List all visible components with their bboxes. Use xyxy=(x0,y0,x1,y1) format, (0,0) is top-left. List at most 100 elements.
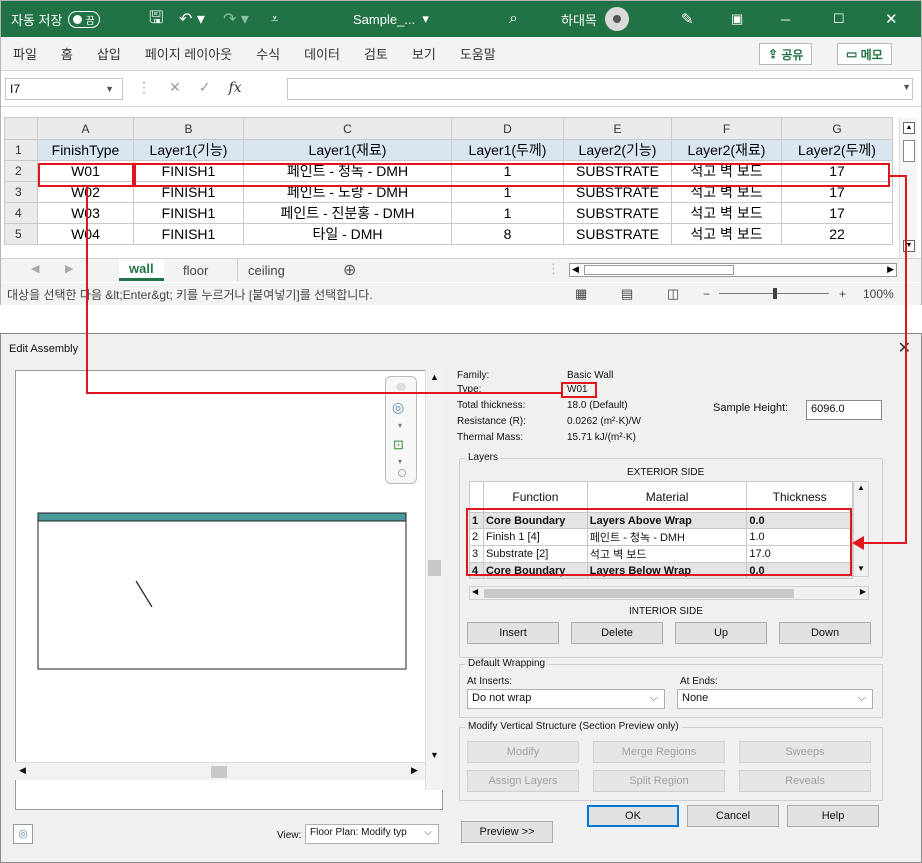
cell[interactable]: 타일 - DMH xyxy=(243,223,452,245)
cell[interactable]: 22 xyxy=(781,223,893,245)
help-button[interactable]: Help xyxy=(787,805,879,827)
share-button[interactable]: ⇪ 공유 xyxy=(759,43,813,65)
at-ends-select[interactable]: None ⌵ xyxy=(677,689,873,709)
preview-vertical-scrollbar[interactable]: ▲ ▼ xyxy=(425,370,443,790)
cell[interactable]: SUBSTRATE xyxy=(563,202,672,224)
minimize-button[interactable]: ─ xyxy=(781,1,790,37)
cancel-icon[interactable]: ✕ xyxy=(169,79,181,96)
cell[interactable]: SUBSTRATE xyxy=(563,223,672,245)
column-header[interactable]: G xyxy=(781,117,893,140)
layers-horizontal-scrollbar[interactable]: ◀ ▶ xyxy=(469,586,869,600)
scroll-left-icon[interactable]: ◀ xyxy=(472,587,478,596)
row-header[interactable]: 2 xyxy=(4,160,38,182)
add-sheet-icon[interactable]: ⊕ xyxy=(343,260,356,280)
select-all-corner[interactable] xyxy=(4,117,38,140)
view-select[interactable]: Floor Plan: Modify typ ⌵ xyxy=(305,824,439,844)
maximize-button[interactable]: ☐ xyxy=(833,1,845,37)
column-header[interactable]: F xyxy=(671,117,782,140)
cell[interactable]: W03 xyxy=(37,202,134,224)
sheet-tab-ceiling[interactable]: ceiling xyxy=(237,259,295,281)
nav-toggle-icon[interactable] xyxy=(396,383,406,391)
cancel-button[interactable]: Cancel xyxy=(687,805,779,827)
at-inserts-select[interactable]: Do not wrap ⌵ xyxy=(467,689,665,709)
up-button[interactable]: Up xyxy=(675,622,767,644)
column-header[interactable]: B xyxy=(133,117,244,140)
column-header[interactable]: E xyxy=(563,117,672,140)
cell[interactable]: FINISH1 xyxy=(133,181,244,203)
cell[interactable]: 석고 벽 보드 xyxy=(671,223,782,245)
search-icon[interactable]: ⌕ xyxy=(509,1,518,37)
cell[interactable]: Layer2(기능) xyxy=(563,139,672,161)
cell[interactable]: W01 xyxy=(37,160,134,182)
steering-wheel-icon[interactable]: ◎ xyxy=(13,824,33,844)
name-box[interactable]: I7 ▼ xyxy=(5,78,123,100)
autosave-toggle[interactable]: 끔 xyxy=(68,10,100,28)
cell[interactable]: 페인트 - 노랑 - DMH xyxy=(243,181,452,203)
cell[interactable]: FinishType xyxy=(37,139,134,161)
tab-data[interactable]: 데이터 xyxy=(292,44,352,63)
cell[interactable]: 석고 벽 보드 xyxy=(671,181,782,203)
quick-access-more-icon[interactable]: ⩡ xyxy=(271,1,278,37)
delete-button[interactable]: Delete xyxy=(571,622,663,644)
zoom-in-icon[interactable]: + xyxy=(839,287,846,301)
preview-horizontal-scrollbar[interactable]: ◀ ▶ xyxy=(15,762,425,780)
tab-home[interactable]: 홈 xyxy=(49,44,85,63)
table-row[interactable]: 4 Core Boundary Layers Below Wrap 0.0 xyxy=(469,562,853,579)
scroll-down-icon[interactable]: ▼ xyxy=(857,564,865,573)
column-header[interactable]: Material xyxy=(586,481,748,513)
next-sheet-icon[interactable]: ▶ xyxy=(65,262,73,275)
cell[interactable]: Layer2(두께) xyxy=(781,139,893,161)
cell[interactable]: FINISH1 xyxy=(133,160,244,182)
reveals-button[interactable]: Reveals xyxy=(739,770,871,792)
tab-file[interactable]: 파일 xyxy=(1,44,49,63)
steering-wheel-icon[interactable]: ◎ xyxy=(392,399,404,416)
zoom-level[interactable]: 100% xyxy=(863,287,894,301)
cell[interactable]: Layer1(재료) xyxy=(243,139,452,161)
prev-sheet-icon[interactable]: ◀ xyxy=(31,262,39,275)
page-break-icon[interactable]: ◫ xyxy=(667,286,679,302)
row-header[interactable]: 3 xyxy=(4,181,38,203)
sample-height-input[interactable]: 6096.0 xyxy=(806,400,882,420)
cell[interactable]: W04 xyxy=(37,223,134,245)
row-header[interactable]: 1 xyxy=(4,139,38,161)
scroll-down-icon[interactable]: ▼ xyxy=(430,750,439,760)
sheet-tab-floor[interactable]: floor xyxy=(173,259,218,281)
assign-layers-button[interactable]: Assign Layers xyxy=(467,770,579,792)
sheet-horizontal-scrollbar[interactable]: ◀ ▶ xyxy=(569,263,897,277)
sweeps-button[interactable]: Sweeps xyxy=(739,741,871,763)
scroll-right-icon[interactable]: ▶ xyxy=(887,264,894,275)
navigation-bar[interactable]: ◎ ▾ ⊡ ▾ xyxy=(385,376,417,484)
tab-splitter-icon[interactable]: ⋮ xyxy=(547,261,560,277)
tab-view[interactable]: 보기 xyxy=(400,44,448,63)
filename-dropdown[interactable]: Sample_... ▾ xyxy=(353,1,429,37)
cell[interactable]: 페인트 - 청녹 - DMH xyxy=(243,160,452,182)
table-row[interactable]: 2 Finish 1 [4] 페인트 - 청녹 - DMH 1.0 xyxy=(469,528,853,546)
sheet-vertical-scrollbar[interactable]: ▲ ▼ xyxy=(899,118,917,258)
row-header[interactable]: 4 xyxy=(4,202,38,224)
scroll-up-icon[interactable]: ▲ xyxy=(430,372,439,382)
expand-formula-icon[interactable]: ▼ xyxy=(902,82,911,92)
cell[interactable]: FINISH1 xyxy=(133,202,244,224)
cell[interactable]: 1 xyxy=(451,202,564,224)
row-header[interactable]: 5 xyxy=(4,223,38,245)
preview-pane[interactable] xyxy=(15,370,443,810)
scroll-right-icon[interactable]: ▶ xyxy=(411,765,418,776)
down-button[interactable]: Down xyxy=(779,622,871,644)
cell[interactable]: 페인트 - 진분홍 - DMH xyxy=(243,202,452,224)
cell[interactable]: 17 xyxy=(781,202,893,224)
ribbon-display-icon[interactable]: ▣ xyxy=(731,1,743,37)
scroll-thumb[interactable] xyxy=(428,560,441,576)
scroll-thumb[interactable] xyxy=(903,140,915,162)
zoom-slider-handle[interactable] xyxy=(773,288,777,299)
zoom-region-icon[interactable]: ⊡ xyxy=(393,437,404,453)
scroll-thumb[interactable] xyxy=(584,265,734,275)
table-row[interactable]: 3 Substrate [2] 석고 벽 보드 17.0 xyxy=(469,545,853,563)
cell[interactable]: 석고 벽 보드 xyxy=(671,160,782,182)
table-row[interactable]: 1 Core Boundary Layers Above Wrap 0.0 xyxy=(469,512,853,529)
user-account[interactable]: 하대목 xyxy=(561,1,629,37)
cell[interactable]: SUBSTRATE xyxy=(563,181,672,203)
undo-icon[interactable]: ↶ ▾ xyxy=(179,1,205,37)
column-header[interactable]: A xyxy=(37,117,134,140)
cell[interactable]: 1 xyxy=(451,181,564,203)
cell[interactable]: 8 xyxy=(451,223,564,245)
